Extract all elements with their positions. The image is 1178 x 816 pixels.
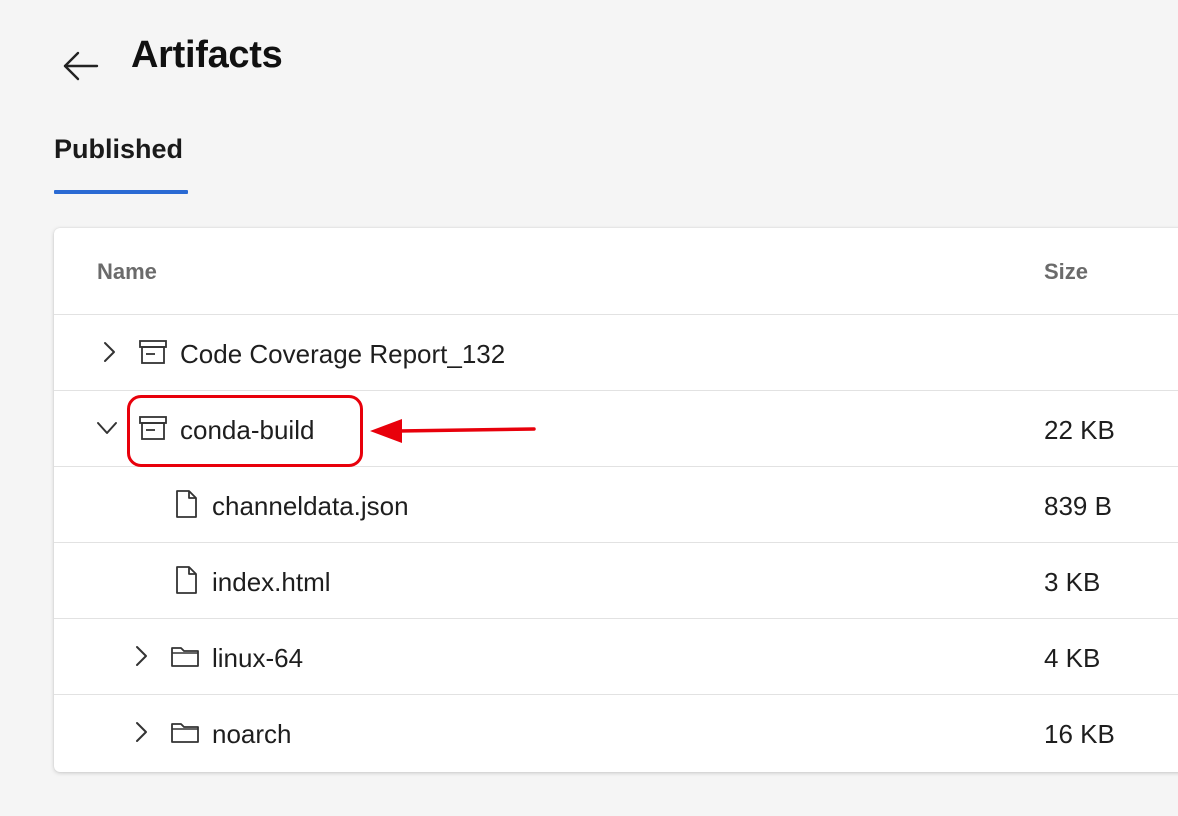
row-size: 839 B <box>1044 491 1112 521</box>
column-header-size[interactable]: Size <box>1044 259 1088 285</box>
back-button[interactable] <box>58 44 102 88</box>
table-row[interactable]: index.html 3 KB <box>54 543 1178 619</box>
chevron-right-icon[interactable] <box>128 719 154 745</box>
archive-box-icon <box>139 340 167 364</box>
chevron-right-icon[interactable] <box>128 643 154 669</box>
folder-icon <box>171 723 199 743</box>
tab-label: Published <box>54 134 184 164</box>
row-size: 16 KB <box>1044 719 1115 749</box>
table-row[interactable]: noarch 16 KB <box>54 695 1178 770</box>
tab-selected-indicator <box>54 190 188 194</box>
page-title: Artifacts <box>131 34 283 76</box>
folder-icon <box>171 647 199 667</box>
row-name: noarch <box>212 719 292 749</box>
row-size: 22 KB <box>1044 415 1115 445</box>
row-name: index.html <box>212 567 331 597</box>
row-size: 3 KB <box>1044 567 1101 597</box>
table-header: Name Size <box>54 228 1178 315</box>
table-row[interactable]: Code Coverage Report_132 <box>54 315 1178 391</box>
column-header-name[interactable]: Name <box>97 259 157 285</box>
row-name: conda-build <box>180 415 315 445</box>
arrow-left-icon <box>63 51 99 81</box>
table-row[interactable]: channeldata.json 839 B <box>54 467 1178 543</box>
archive-box-icon <box>139 416 167 440</box>
tab-published[interactable]: Published <box>54 132 188 194</box>
row-size: 4 KB <box>1044 643 1101 673</box>
row-name: channeldata.json <box>212 491 409 521</box>
table-row[interactable]: linux-64 4 KB <box>54 619 1178 695</box>
file-icon <box>176 566 197 594</box>
row-name: Code Coverage Report_132 <box>180 339 506 369</box>
chevron-right-icon[interactable] <box>96 339 122 365</box>
file-icon <box>176 490 197 518</box>
artifacts-table: Name Size Code Coverage Report_132 conda… <box>54 228 1178 772</box>
chevron-down-icon[interactable] <box>94 415 120 441</box>
row-name: linux-64 <box>212 643 304 673</box>
table-row[interactable]: conda-build 22 KB <box>54 391 1178 467</box>
